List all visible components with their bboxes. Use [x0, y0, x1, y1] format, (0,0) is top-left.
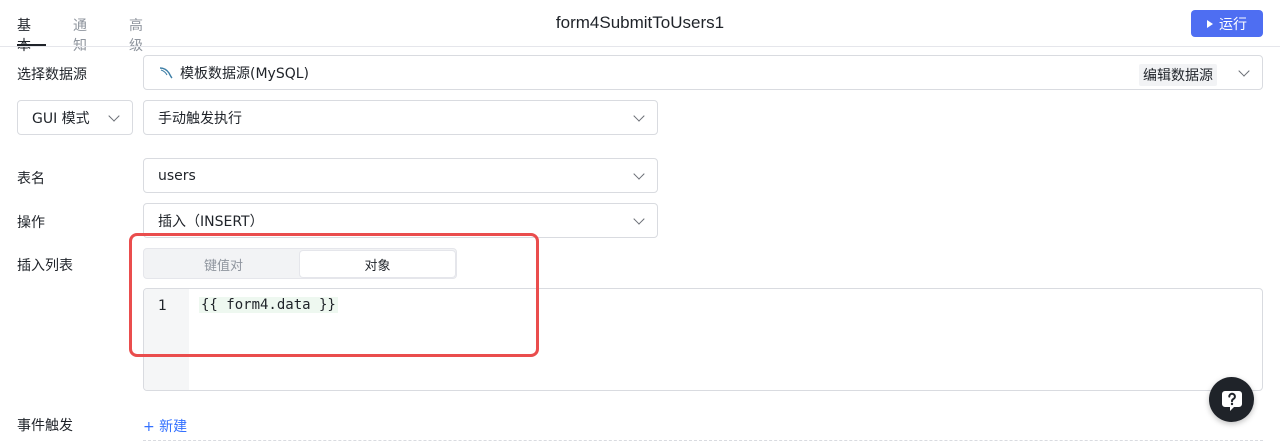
insert-list-label: 插入列表 [17, 258, 73, 274]
mode-select[interactable]: GUI 模式 [17, 100, 133, 135]
query-title: form4SubmitToUsers1 [555, 13, 725, 32]
trigger-select-value: 手动触发执行 [158, 110, 242, 127]
datasource-select[interactable]: 模板数据源(MySQL) 编辑数据源 [143, 55, 1263, 90]
chevron-down-icon [633, 110, 645, 122]
mode-select-value: GUI 模式 [32, 110, 90, 127]
operation-select-value: 插入（INSERT） [158, 213, 264, 230]
events-label: 事件触发 [17, 418, 73, 434]
chevron-down-icon [633, 213, 645, 225]
annotation-highlight-box [129, 233, 539, 357]
run-button-label: 运行 [1219, 16, 1247, 33]
edit-datasource-button[interactable]: 编辑数据源 [1139, 64, 1217, 86]
trigger-select[interactable]: 手动触发执行 [143, 100, 658, 135]
chevron-down-icon [108, 110, 120, 122]
events-divider [143, 440, 1263, 441]
table-label: 表名 [17, 171, 45, 187]
datasource-label: 选择数据源 [17, 67, 87, 83]
play-icon [1207, 19, 1213, 28]
chevron-down-icon [633, 168, 645, 180]
run-button[interactable]: 运行 [1191, 10, 1263, 37]
mysql-dolphin-icon [158, 65, 174, 81]
datasource-value: 模板数据源(MySQL) [180, 65, 309, 82]
table-select[interactable]: users [143, 158, 658, 193]
header-divider [0, 46, 1280, 47]
help-icon [1221, 390, 1242, 411]
help-button[interactable] [1209, 377, 1254, 422]
table-select-value: users [158, 167, 196, 184]
add-event-link[interactable]: + 新建 [143, 416, 187, 436]
chevron-down-icon [1238, 65, 1250, 77]
operation-label: 操作 [17, 215, 45, 231]
